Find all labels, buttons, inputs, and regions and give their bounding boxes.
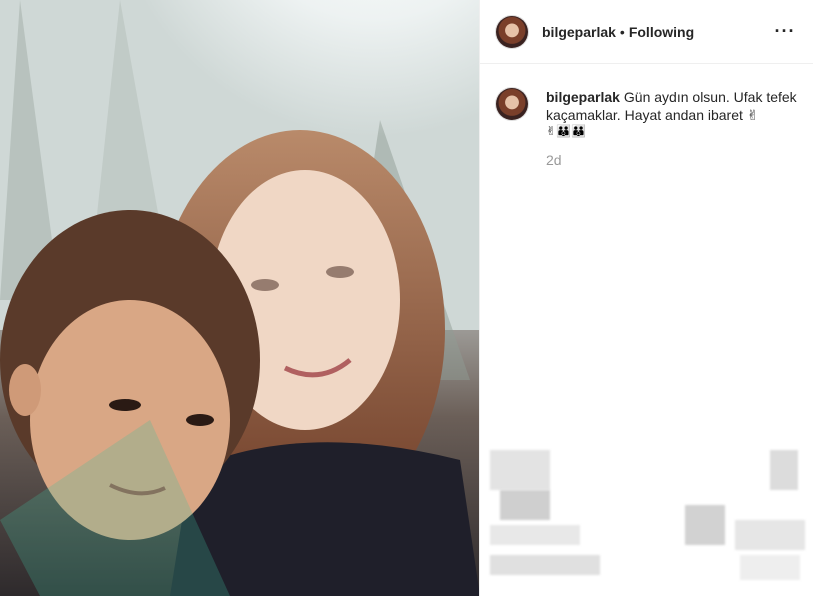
caption-avatar[interactable] — [496, 88, 528, 120]
post-header: bilgeparlak • Following ··· — [480, 0, 813, 64]
header-separator: • — [619, 23, 625, 40]
blurred-region — [770, 450, 798, 490]
caption-emoji-line: ✌👪👪 — [546, 124, 586, 138]
blurred-region — [490, 525, 580, 545]
more-horizontal-icon[interactable]: ··· — [773, 20, 797, 44]
caption-text: bilgeparlak Gün aydın olsun. Ufak tefek k… — [546, 88, 797, 124]
blurred-region — [490, 555, 600, 575]
blurred-region — [735, 520, 805, 550]
caption-username[interactable]: bilgeparlak — [546, 89, 620, 105]
blurred-region — [740, 555, 800, 580]
blurred-region — [490, 450, 550, 490]
avatar[interactable] — [496, 15, 528, 48]
blurred-region — [500, 490, 550, 520]
caption-body: bilgeparlak Gün aydın olsun. Ufak tefek k… — [546, 88, 797, 168]
header-username[interactable]: bilgeparlak — [542, 24, 616, 40]
blurred-region — [685, 505, 725, 545]
following-button[interactable]: Following — [629, 24, 694, 40]
caption-row: bilgeparlak Gün aydın olsun. Ufak tefek k… — [480, 64, 813, 168]
post-side-panel: bilgeparlak • Following ··· bilgeparlak G… — [479, 0, 813, 596]
instagram-post: bilgeparlak • Following ··· bilgeparlak G… — [0, 0, 813, 596]
post-photo[interactable] — [0, 0, 479, 596]
post-timestamp[interactable]: 2d — [546, 152, 797, 168]
selfie-photo-illustration — [0, 0, 479, 596]
